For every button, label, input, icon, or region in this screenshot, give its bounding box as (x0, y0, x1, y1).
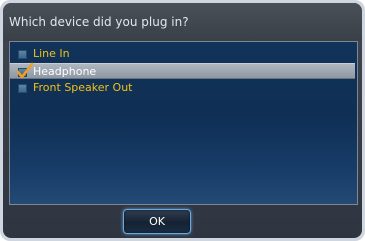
dialog-header: Which device did you plug in? (3, 3, 362, 41)
dialog-title: Which device did you plug in? (9, 15, 189, 29)
checkmark-icon (16, 62, 34, 79)
option-label: Front Speaker Out (33, 81, 133, 94)
option-label: Line In (33, 47, 70, 60)
device-list: Line In Headphone Front Speaker Out (9, 41, 358, 205)
device-dialog: Which device did you plug in? Line In He… (0, 0, 365, 241)
option-label: Headphone (33, 65, 97, 78)
option-line-in[interactable]: Line In (10, 46, 357, 62)
checkbox-icon[interactable] (18, 84, 27, 93)
dialog-body: Which device did you plug in? Line In He… (3, 3, 362, 238)
option-front-speaker-out[interactable]: Front Speaker Out (10, 80, 357, 96)
ok-button[interactable]: OK (123, 209, 191, 234)
option-headphone[interactable]: Headphone (10, 62, 355, 79)
checkbox-icon[interactable] (18, 50, 27, 59)
